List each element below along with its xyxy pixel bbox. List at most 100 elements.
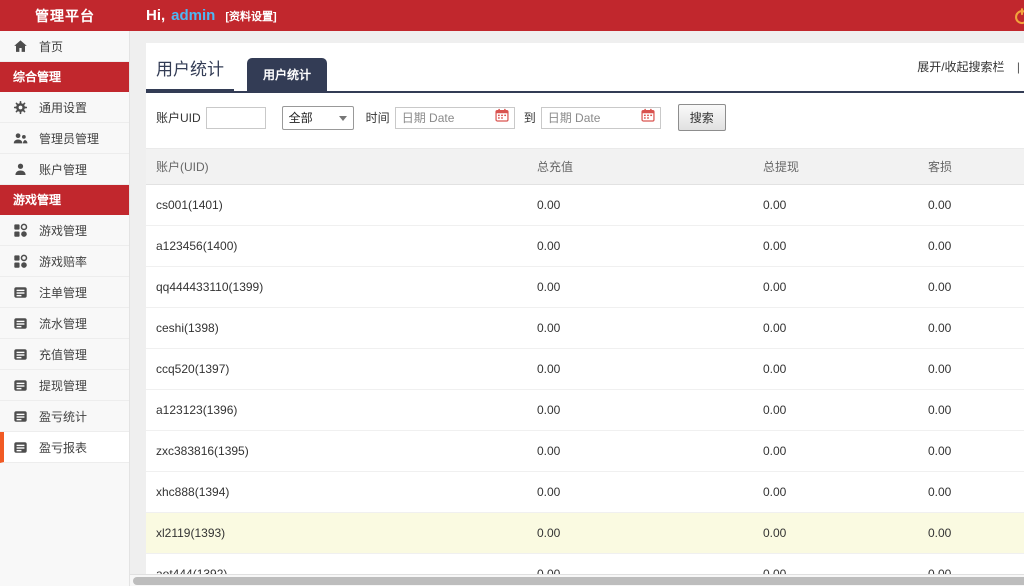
cell-account-uid: ceshi(1398) [146, 307, 527, 349]
top-bar: 管理平台 Hi, admin [资料设置] [0, 0, 1024, 31]
cell-total-withdraw: 0.00 [753, 266, 918, 308]
admins-icon [13, 130, 29, 146]
cell-account-uid: a123123(1396) [146, 389, 527, 431]
sidebar-item[interactable]: 盈亏报表 [0, 432, 129, 463]
horizontal-scrollbar[interactable] [130, 574, 1024, 586]
page-title: 用户统计 [146, 49, 234, 93]
logout-icon[interactable] [1013, 7, 1024, 25]
table-header-cell: 账户(UID) [146, 148, 527, 185]
cell-customer-loss: 0.00 [918, 430, 1024, 472]
table-row: ceshi(1398) 0.00 0.00 0.00 [146, 307, 1024, 349]
games-grid-icon [13, 222, 29, 238]
sidebar-item[interactable]: 注单管理 [0, 277, 129, 308]
greeting-prefix: Hi, [146, 7, 166, 24]
cell-customer-loss: 0.00 [918, 225, 1024, 267]
toggle-searchbar-link[interactable]: 展开/收起搜索栏 [917, 60, 1004, 74]
tab-bar: 用户统计 用户统计 [146, 43, 1024, 93]
cell-customer-loss: 0.00 [918, 184, 1024, 226]
table-header-row: 账户(UID) 总充值 总提现 客损 [146, 148, 1024, 185]
cell-account-uid: cs001(1401) [146, 184, 527, 226]
table-row: xl2119(1393) 0.00 0.00 0.00 [146, 512, 1024, 554]
sidebar-item[interactable]: 充值管理 [0, 339, 129, 370]
table-row: qq444433110(1399) 0.00 0.00 0.00 [146, 266, 1024, 308]
cell-total-withdraw: 0.00 [753, 184, 918, 226]
cell-account-uid: qq444433110(1399) [146, 266, 527, 308]
cell-total-recharge: 0.00 [527, 225, 753, 267]
cell-customer-loss: 0.00 [918, 471, 1024, 513]
cell-account-uid: a123456(1400) [146, 225, 527, 267]
profile-settings-link[interactable]: [资料设置] [225, 8, 276, 24]
table-header-cell: 总充值 [527, 148, 753, 185]
cell-total-recharge: 0.00 [527, 266, 753, 308]
sidebar-item-label: 管理员管理 [39, 131, 100, 146]
cell-customer-loss: 0.00 [918, 348, 1024, 390]
calendar-icon[interactable] [495, 108, 509, 127]
sidebar-item[interactable]: 提现管理 [0, 370, 129, 401]
sidebar-item-label: 提现管理 [39, 378, 88, 393]
search-filter-bar: 账户UID 全部 时间 日期 Date 到 日期 Date 搜索 [146, 93, 1024, 143]
table-header-cell: 总提现 [753, 148, 918, 185]
sidebar-item[interactable]: 流水管理 [0, 308, 129, 339]
cell-total-withdraw: 0.00 [753, 471, 918, 513]
cell-total-recharge: 0.00 [527, 430, 753, 472]
uid-input[interactable] [205, 106, 266, 129]
user-icon [13, 161, 29, 177]
sidebar-item-label: 游戏赔率 [39, 254, 88, 269]
report-icon [13, 315, 29, 331]
report-icon [13, 439, 29, 455]
table-row: xhc888(1394) 0.00 0.00 0.00 [146, 471, 1024, 513]
date-from-input[interactable]: 日期 Date [394, 106, 515, 129]
gear-icon [13, 99, 29, 115]
main-area: 展开/收起搜索栏 | 用户统计 用户统计 账户UID 全部 时间 日期 Date [130, 31, 1024, 586]
table-row: ccq520(1397) 0.00 0.00 0.00 [146, 348, 1024, 390]
cell-customer-loss: 0.00 [918, 266, 1024, 308]
cell-customer-loss: 0.00 [918, 512, 1024, 554]
report-icon [13, 346, 29, 362]
sidebar-item[interactable]: 管理员管理 [0, 123, 129, 154]
type-select[interactable]: 全部 [281, 105, 354, 130]
sidebar-item-label: 盈亏统计 [39, 409, 88, 424]
cell-total-recharge: 0.00 [527, 348, 753, 390]
games-grid-icon [13, 253, 29, 269]
content-card: 用户统计 用户统计 账户UID 全部 时间 日期 Date 到 日期 Date … [146, 43, 1024, 586]
cell-total-withdraw: 0.00 [753, 512, 918, 554]
date-to-input[interactable]: 日期 Date [540, 106, 661, 129]
uid-label: 账户UID [156, 111, 201, 125]
sidebar-item[interactable]: 游戏管理 [0, 215, 129, 246]
toolbar-separator: | [1016, 60, 1020, 74]
sidebar-item-label: 流水管理 [39, 316, 88, 331]
sidebar-nav: 首页 综合管理 通用设置 管理员管理 账户管理 游戏管理 游戏管理 游戏赔率 注单管理 流水管理充… [0, 31, 130, 586]
cell-total-recharge: 0.00 [527, 389, 753, 431]
search-button[interactable]: 搜索 [677, 104, 726, 131]
sidebar-section[interactable]: 综合管理 [0, 62, 129, 92]
scrollbar-thumb[interactable] [133, 577, 1024, 585]
sidebar-item[interactable]: 首页 [0, 31, 129, 62]
cell-total-recharge: 0.00 [527, 184, 753, 226]
cell-total-withdraw: 0.00 [753, 307, 918, 349]
cell-total-withdraw: 0.00 [753, 430, 918, 472]
sidebar-item[interactable]: 账户管理 [0, 154, 129, 185]
report-icon [13, 284, 29, 300]
sidebar-item-label: 盈亏报表 [39, 440, 88, 455]
cell-total-withdraw: 0.00 [753, 389, 918, 431]
sidebar-item[interactable]: 游戏赔率 [0, 246, 129, 277]
cell-total-withdraw: 0.00 [753, 225, 918, 267]
cell-account-uid: xl2119(1393) [146, 512, 527, 554]
cell-customer-loss: 0.00 [918, 307, 1024, 349]
date-from-placeholder: 日期 Date [401, 111, 455, 125]
sidebar-item[interactable]: 通用设置 [0, 92, 129, 123]
sidebar-item-label: 注单管理 [39, 285, 88, 300]
table-body: cs001(1401) 0.00 0.00 0.00 a123456(1400) 0.00… [146, 184, 1024, 586]
tab-user-statistics[interactable]: 用户统计 [247, 58, 328, 91]
cell-total-withdraw: 0.00 [753, 348, 918, 390]
app-title: 管理平台 [35, 7, 95, 24]
sidebar-item-label: 游戏管理 [39, 223, 88, 238]
sidebar-section[interactable]: 游戏管理 [0, 185, 129, 215]
sidebar-item[interactable]: 盈亏统计 [0, 401, 129, 432]
search-toggle-area: 展开/收起搜索栏 | [917, 58, 1020, 75]
sidebar-item-label: 账户管理 [39, 162, 88, 177]
table-row: a123456(1400) 0.00 0.00 0.00 [146, 225, 1024, 267]
table-row: a123123(1396) 0.00 0.00 0.00 [146, 389, 1024, 431]
date-to-placeholder: 日期 Date [547, 111, 601, 125]
calendar-icon[interactable] [641, 108, 655, 127]
